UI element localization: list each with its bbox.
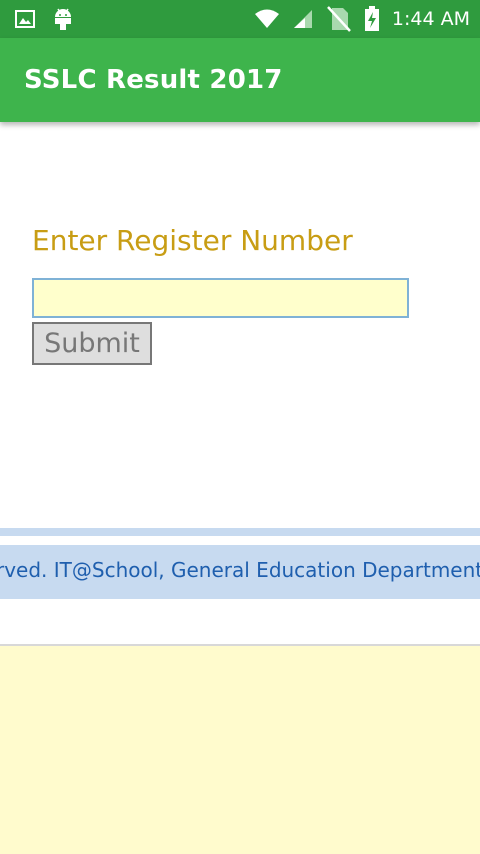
battery-charging-icon: [364, 6, 380, 32]
no-sim-icon: [326, 5, 352, 33]
status-right-icons: 1:44 AM: [254, 5, 470, 33]
status-bar: 1:44 AM: [0, 0, 480, 38]
submit-button[interactable]: Submit: [32, 322, 152, 365]
image-icon: [14, 9, 36, 29]
footer-copyright-text: rved. IT@School, General Education Depar…: [0, 558, 480, 582]
app-bar: SSLC Result 2017: [0, 38, 480, 122]
bottom-panel: [0, 646, 480, 854]
footer-band: rved. IT@School, General Education Depar…: [0, 545, 480, 599]
status-left-icons: [14, 7, 74, 31]
register-number-label: Enter Register Number: [32, 224, 353, 257]
register-number-input[interactable]: [32, 278, 409, 318]
wifi-icon: [254, 9, 280, 29]
status-time: 1:44 AM: [391, 8, 470, 30]
android-icon: [52, 7, 74, 31]
footer-top-line: [0, 528, 480, 536]
app-title: SSLC Result 2017: [24, 65, 283, 95]
signal-icon: [292, 9, 314, 29]
